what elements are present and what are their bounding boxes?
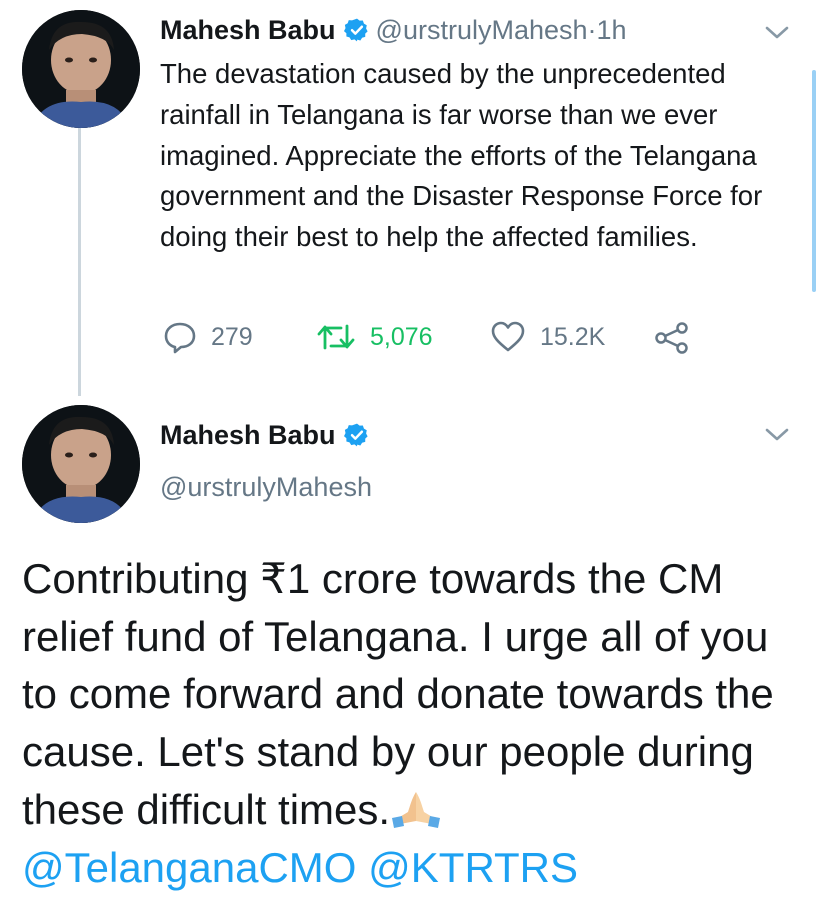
- retweet-button[interactable]: 5,076: [316, 320, 433, 354]
- avatar[interactable]: [22, 405, 140, 523]
- tweet1-text: The devastation caused by the unpreceden…: [160, 58, 763, 253]
- tweet1-header: Mahesh Babu @urstrulyMahesh · 1h: [160, 13, 627, 47]
- scrollbar[interactable]: [812, 70, 816, 292]
- retweet-icon: [317, 324, 355, 350]
- reply-button[interactable]: 279: [163, 320, 253, 354]
- author-name[interactable]: Mahesh Babu: [160, 13, 336, 47]
- separator: ·: [587, 15, 597, 45]
- avatar-portrait-icon: [22, 405, 140, 523]
- chevron-down-icon[interactable]: [764, 24, 790, 42]
- author-name[interactable]: Mahesh Babu: [160, 418, 336, 452]
- heart-icon: [491, 321, 525, 352]
- mention-link[interactable]: @TelanganaCMO: [22, 844, 356, 891]
- author-handle[interactable]: @urstrulyMahesh: [160, 470, 372, 504]
- chevron-down-icon[interactable]: [764, 426, 790, 444]
- author-handle[interactable]: @urstrulyMahesh: [376, 13, 588, 47]
- thread-connector-line: [78, 128, 81, 396]
- verified-badge-icon: [343, 18, 368, 42]
- avatar[interactable]: [22, 10, 140, 128]
- like-button[interactable]: 15.2K: [490, 320, 605, 354]
- folded-hands-emoji: [392, 791, 441, 828]
- like-count: 15.2K: [540, 322, 606, 351]
- verified-badge-icon: [343, 423, 368, 447]
- tweet2-text: Contributing ₹1 crore towards the CM rel…: [22, 550, 812, 896]
- tweet2-header: Mahesh Babu: [160, 418, 376, 452]
- mention-link[interactable]: @KTRTRS: [368, 844, 578, 891]
- share-icon[interactable]: [654, 321, 690, 355]
- reply-count: 279: [211, 322, 253, 351]
- avatar-portrait-icon: [22, 10, 140, 128]
- tweet-time[interactable]: 1h: [597, 13, 627, 47]
- reply-icon: [164, 322, 196, 354]
- retweet-count: 5,076: [370, 322, 433, 351]
